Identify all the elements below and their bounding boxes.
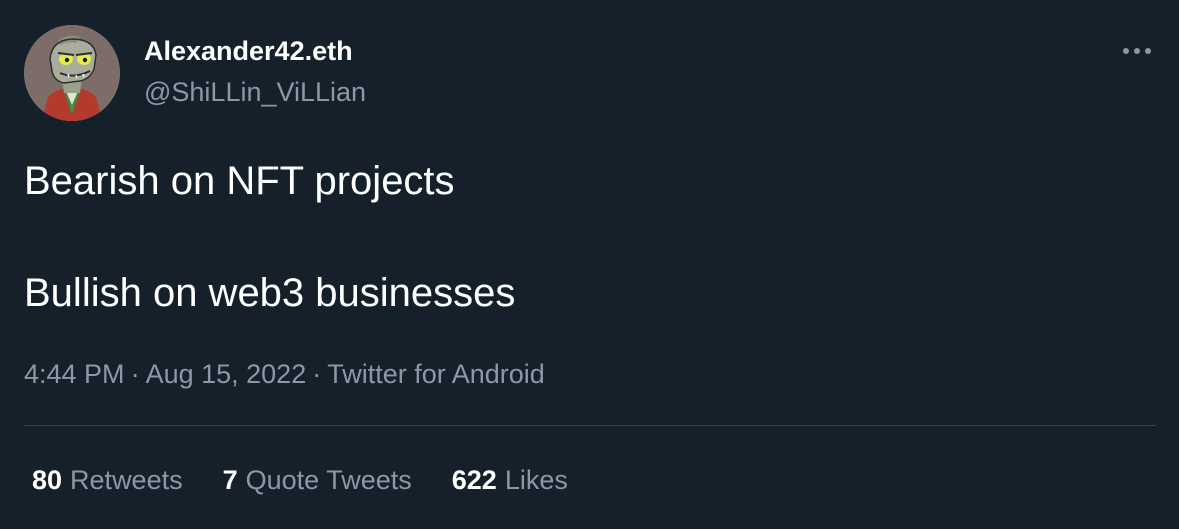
stats-divider [24, 425, 1156, 426]
quote-tweets-count: 7 [222, 465, 238, 495]
author-handle[interactable]: @ShiLLin_ViLLian [144, 75, 366, 109]
author-avatar[interactable] [24, 25, 120, 121]
tweet-metadata: 4:44 PM · Aug 15, 2022 · Twitter for Android [24, 356, 545, 392]
tweet-time[interactable]: 4:44 PM [24, 359, 125, 389]
more-options-button[interactable] [1112, 34, 1162, 68]
likes-label: Likes [504, 465, 568, 495]
author-display-name[interactable]: Alexander42.eth [144, 34, 353, 68]
likes-stat-link[interactable]: 622 Likes [452, 462, 568, 498]
tweet-source[interactable]: Twitter for Android [327, 359, 545, 389]
quote-tweets-stat-link[interactable]: 7 Quote Tweets [223, 462, 412, 498]
more-horizontal-icon [1123, 48, 1151, 54]
retweets-label: Retweets [70, 465, 183, 495]
meta-separator: · [130, 359, 140, 389]
retweets-stat-link[interactable]: 80 Retweets [32, 462, 183, 498]
meta-separator: · [312, 359, 322, 389]
quote-tweets-label: Quote Tweets [245, 465, 412, 495]
lizard-avatar-icon [24, 25, 120, 121]
retweets-count: 80 [32, 465, 63, 495]
likes-count: 622 [451, 465, 497, 495]
tweet-detail: Alexander42.eth @ShiLLin_ViLLian Bearish… [0, 0, 1179, 529]
tweet-date[interactable]: Aug 15, 2022 [146, 359, 307, 389]
tweet-text-line: Bullish on web3 businesses [24, 271, 516, 315]
tweet-text-line: Bearish on NFT projects [24, 159, 455, 203]
tweet-stats: 80 Retweets 7 Quote Tweets 622 Likes [32, 462, 608, 498]
